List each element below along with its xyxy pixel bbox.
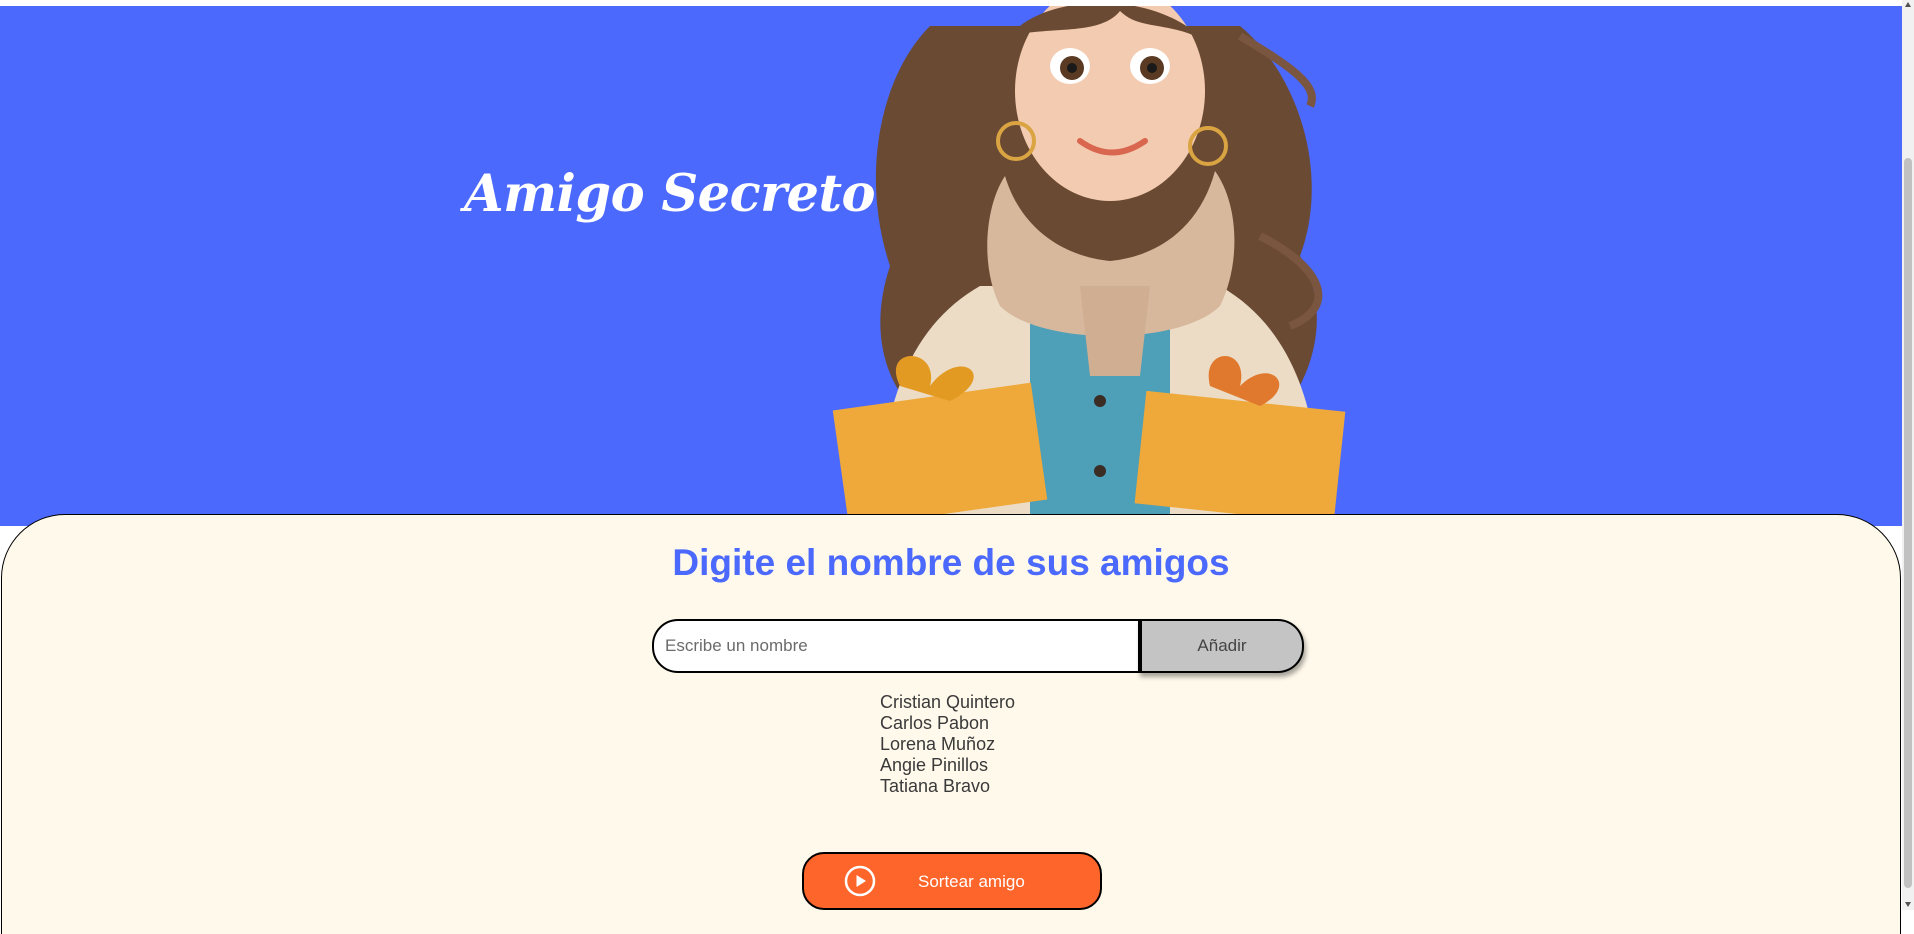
gift-left: [832, 382, 1048, 514]
vertical-scrollbar[interactable]: [1902, 0, 1914, 910]
list-item: Carlos Pabon: [880, 713, 990, 733]
list-item: Cristian Quintero: [880, 692, 1016, 712]
list-item: Lorena Muñoz: [880, 734, 996, 754]
scroll-down-icon[interactable]: [1905, 902, 1911, 907]
girl-with-gifts-illustration: [832, 6, 1346, 514]
draw-friend-button[interactable]: Sortear amigo: [802, 852, 1102, 910]
play-circle-icon: [844, 865, 876, 897]
list-item: Tatiana Bravo: [880, 776, 991, 796]
friends-list: Cristian Quintero Carlos Pabon Lorena Mu…: [880, 692, 1015, 797]
page-title: Amigo Secreto: [464, 164, 876, 224]
scroll-up-icon[interactable]: [1905, 2, 1911, 7]
section-title: Digite el nombre de sus amigos: [672, 542, 1230, 583]
list-item: Angie Pinillos: [880, 755, 989, 775]
scrollbar-thumb[interactable]: [1904, 158, 1912, 888]
gift-right: [1134, 390, 1346, 514]
add-button[interactable]: Añadir: [1138, 619, 1304, 673]
add-friend-form: Añadir: [652, 619, 1304, 673]
draw-button-label: Sortear amigo: [918, 872, 1025, 891]
name-input[interactable]: [652, 619, 1140, 673]
